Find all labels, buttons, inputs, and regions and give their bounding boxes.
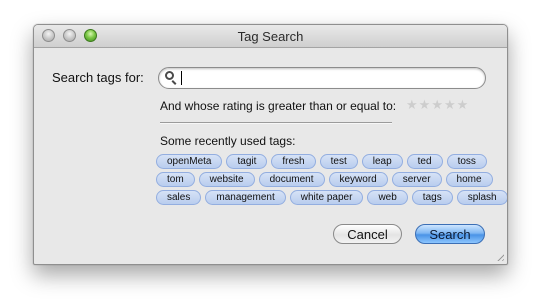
star-icon[interactable]: ★ xyxy=(444,97,456,113)
tag-pill[interactable]: web xyxy=(367,190,408,205)
rating-label: And whose rating is greater than or equa… xyxy=(160,99,397,113)
search-label: Search tags for: xyxy=(52,70,144,85)
tag-pill[interactable]: tom xyxy=(156,172,195,187)
tag-pill[interactable]: toss xyxy=(446,154,487,169)
tag-row: sales management white paper web tags splash xyxy=(156,190,507,205)
dialog-content: Search tags for: And whose rating is gre… xyxy=(34,48,507,264)
tag-pill[interactable]: ted xyxy=(406,154,443,169)
star-icon[interactable]: ★ xyxy=(457,97,469,113)
tag-pill[interactable]: document xyxy=(258,172,325,187)
star-icon[interactable]: ★ xyxy=(419,97,431,113)
tag-pill[interactable]: test xyxy=(319,154,358,169)
tag-pill[interactable]: splash xyxy=(456,190,507,205)
search-input[interactable] xyxy=(181,69,476,86)
tag-pill[interactable]: openMeta xyxy=(156,154,223,169)
tag-pill[interactable]: white paper xyxy=(289,190,364,205)
search-button[interactable]: Search xyxy=(415,224,485,244)
resize-grip-icon[interactable] xyxy=(495,252,504,261)
tag-pill[interactable]: home xyxy=(445,172,493,187)
star-icon[interactable]: ★ xyxy=(431,97,443,113)
tag-pill[interactable]: fresh xyxy=(271,154,316,169)
window-title: Tag Search xyxy=(237,29,304,44)
tag-pill[interactable]: keyword xyxy=(328,172,388,187)
search-field[interactable] xyxy=(158,67,486,89)
tag-search-window: Tag Search Search tags for: And whose ra… xyxy=(33,24,508,265)
tag-pill[interactable]: tags xyxy=(411,190,453,205)
tag-pill[interactable]: sales xyxy=(156,190,202,205)
recent-tags-label: Some recently used tags: xyxy=(160,134,296,148)
cancel-button[interactable]: Cancel xyxy=(333,224,402,244)
tag-pill[interactable]: management xyxy=(205,190,286,205)
separator xyxy=(160,122,392,124)
magnifier-icon xyxy=(165,71,174,80)
tag-pill[interactable]: website xyxy=(198,172,255,187)
tag-pill[interactable]: leap xyxy=(361,154,403,169)
title-bar[interactable]: Tag Search xyxy=(34,25,507,48)
tag-row: openMeta tagit fresh test leap ted toss xyxy=(156,154,507,169)
rating-stars[interactable]: ★ ★ ★ ★ ★ xyxy=(406,97,468,113)
tag-pill[interactable]: tagit xyxy=(226,154,268,169)
tag-row: tom website document keyword server home xyxy=(156,172,507,187)
star-icon[interactable]: ★ xyxy=(406,97,418,113)
recent-tags-cloud: openMeta tagit fresh test leap ted toss tom webs… xyxy=(156,154,507,205)
tag-pill[interactable]: server xyxy=(391,172,442,187)
